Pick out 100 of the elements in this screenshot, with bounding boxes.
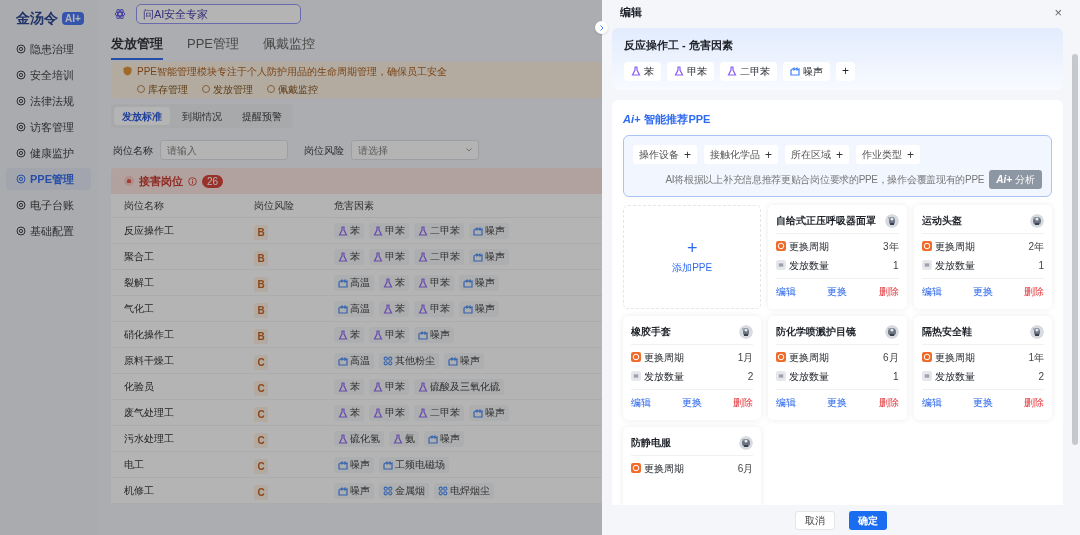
sidebar-item[interactable]: 电子台账 <box>6 194 91 216</box>
sidebar-item[interactable]: 安全培训 <box>6 64 91 86</box>
box-icon <box>631 371 641 381</box>
ppe-name: 自给式正压呼吸器面罩 <box>776 214 877 228</box>
card-action-link[interactable]: 删除 <box>1023 284 1044 299</box>
hazard-tag: 氨 <box>389 430 419 447</box>
confirm-button[interactable]: 确定 <box>849 510 887 530</box>
sidebar-item[interactable]: 访客管理 <box>6 116 91 138</box>
flask-icon <box>373 329 383 340</box>
card-action-link[interactable]: 编辑 <box>921 284 942 299</box>
sidebar-item[interactable]: 隐患治理 <box>6 38 91 60</box>
hazard-tag: 二甲苯 <box>414 248 464 265</box>
clock-icon <box>631 352 641 362</box>
flask-icon <box>418 381 428 392</box>
banner-link[interactable]: 发放管理 <box>202 81 253 97</box>
menu-item-icon <box>16 174 26 184</box>
flask-icon <box>418 303 428 314</box>
collapse-handle[interactable] <box>595 21 608 34</box>
risk-select[interactable]: 请选择 <box>351 140 479 160</box>
add-ppe-card[interactable]: + 添加PPE <box>623 205 762 309</box>
ppe-name: 运动头盔 <box>921 214 962 228</box>
dots-icon <box>383 485 393 496</box>
flask-icon <box>338 433 348 444</box>
card-action-link[interactable]: 编辑 <box>921 395 942 410</box>
banner-link[interactable]: 佩戴监控 <box>267 81 318 97</box>
hazard-tag: 金属烟 <box>379 482 429 499</box>
quantity-label: 发放数量 <box>631 368 684 384</box>
cycle-label: 更换周期 <box>921 238 975 254</box>
info-icon <box>188 176 197 186</box>
hazard-tag: 噪声 <box>459 274 499 291</box>
table-cell-text: 机修工 <box>124 484 155 498</box>
table-cell-text: 裂解工 <box>124 276 155 290</box>
hazard-tag: 甲苯 <box>369 404 409 421</box>
chevron-icon <box>466 148 472 152</box>
tab[interactable]: PPE管理 <box>187 34 239 60</box>
table-cell-text: 废气处理工 <box>124 406 175 420</box>
card-action-link[interactable]: 更换 <box>827 284 848 299</box>
name-input[interactable]: 请输入 <box>160 140 288 160</box>
sidebar-item[interactable]: 健康监护 <box>6 142 91 164</box>
hazard-tag: 工频电磁场 <box>379 456 449 473</box>
cycle-label: 更换周期 <box>776 349 830 365</box>
ppe-name: 橡胶手套 <box>631 325 671 339</box>
cycle-value: 1月 <box>737 350 754 365</box>
factory-icon <box>463 303 473 314</box>
sub-tab[interactable]: 到期情况 <box>174 107 230 125</box>
factory-icon <box>473 251 483 262</box>
flask-icon <box>338 225 348 236</box>
card-action-link[interactable]: 删除 <box>878 284 899 299</box>
menu-item-icon <box>16 44 26 54</box>
hazard-tag: 苯 <box>379 300 409 317</box>
risk-badge: B <box>254 328 268 344</box>
card-action-link[interactable]: 编辑 <box>631 395 651 410</box>
alarm-icon <box>124 176 134 186</box>
card-action-link[interactable]: 删除 <box>878 395 899 410</box>
card-action-link[interactable]: 更换 <box>682 395 703 410</box>
cancel-button[interactable]: 取消 <box>795 510 835 530</box>
atom-icon <box>114 8 126 20</box>
card-action-link[interactable]: 更换 <box>972 395 993 410</box>
tab[interactable]: 发放管理 <box>111 34 163 60</box>
table-cell-text: 化验员 <box>124 380 155 394</box>
supplement-chip[interactable]: 作业类型 + <box>856 145 921 164</box>
add-hazard-button[interactable]: + <box>836 61 855 81</box>
banner-link[interactable]: 库存管理 <box>137 81 188 97</box>
flask-icon <box>727 66 737 76</box>
box-icon <box>921 260 932 270</box>
sidebar-item[interactable]: PPE管理 <box>6 168 91 190</box>
card-action-link[interactable]: 更换 <box>972 284 993 299</box>
quantity-label: 发放数量 <box>921 257 975 273</box>
table-cell-text: 电工 <box>124 458 145 472</box>
sidebar-item[interactable]: 基础配置 <box>6 220 91 242</box>
quantity-label: 发放数量 <box>776 368 830 384</box>
sub-tab[interactable]: 提醒预警 <box>234 107 290 125</box>
tab[interactable]: 佩戴监控 <box>263 34 315 60</box>
card-action-link[interactable]: 更换 <box>827 395 848 410</box>
sidebar-item[interactable]: 法律法规 <box>6 90 91 112</box>
scrollbar[interactable] <box>1072 54 1078 445</box>
card-action-link[interactable]: 删除 <box>733 395 754 410</box>
flask-icon <box>393 433 403 444</box>
flask-icon <box>338 329 348 340</box>
sub-tab[interactable]: 发放标准 <box>114 107 170 125</box>
card-action-link[interactable]: 编辑 <box>776 284 797 299</box>
hazard-tag: 高温 <box>334 274 374 291</box>
factory-icon <box>463 277 473 288</box>
filter-label: 岗位名称 <box>113 143 153 158</box>
ppe-name: 防化学喷溅护目镜 <box>776 325 857 339</box>
card-action-link[interactable]: 删除 <box>1023 395 1044 410</box>
search-field[interactable]: 问AI安全专家 <box>136 4 301 24</box>
close-button[interactable]: × <box>1054 5 1062 19</box>
quantity-label: 发放数量 <box>776 257 830 273</box>
quantity-value: 1 <box>893 258 899 273</box>
quantity-value: 1 <box>893 369 899 384</box>
hazard-tag: 苯 <box>334 378 364 395</box>
supplement-chip[interactable]: 操作设备 + <box>633 145 697 164</box>
card-action-link[interactable]: 编辑 <box>776 395 797 410</box>
flask-icon <box>373 251 383 262</box>
hazard-tag: 甲苯 <box>414 300 454 317</box>
supplement-chip[interactable]: 接触化学品 + <box>704 145 779 164</box>
hazard-tag: 噪声 <box>444 352 484 369</box>
flask-icon <box>631 66 641 76</box>
supplement-chip[interactable]: 所在区域 + <box>785 145 850 164</box>
